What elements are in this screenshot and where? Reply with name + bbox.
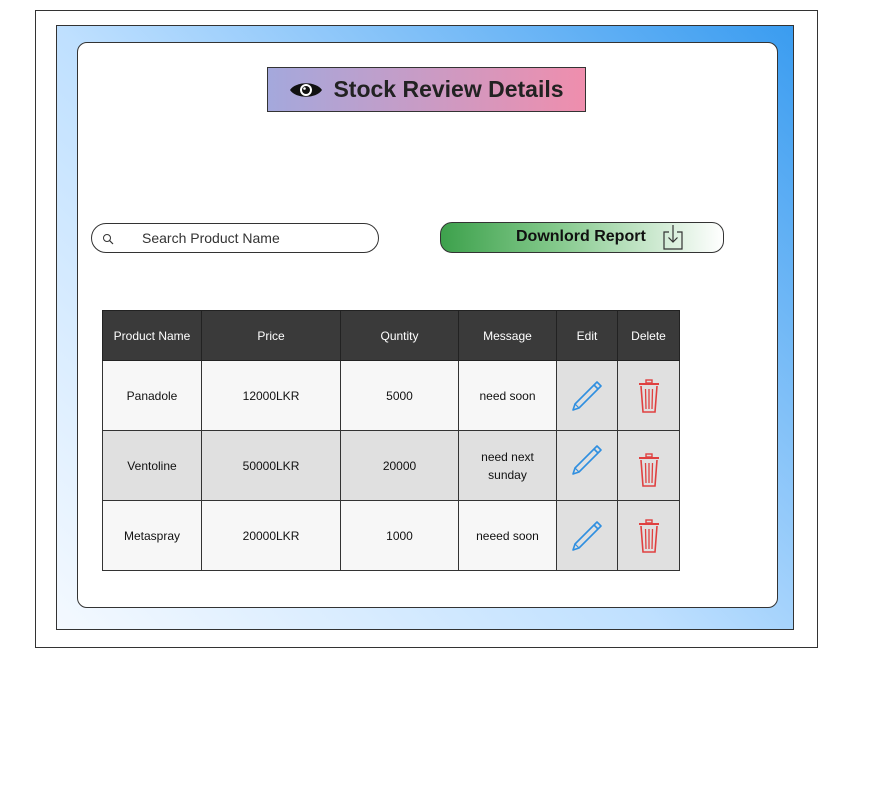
pencil-icon xyxy=(572,444,602,475)
header-message: Message xyxy=(458,310,557,361)
search-input[interactable] xyxy=(142,228,362,248)
cell-message: neeed soon xyxy=(458,500,557,571)
table-row: Ventoline 50000LKR 20000 need next sunda… xyxy=(102,430,680,501)
header-price: Price xyxy=(201,310,341,361)
cell-product: Panadole xyxy=(102,360,202,431)
delete-button[interactable] xyxy=(617,430,680,501)
header-delete: Delete xyxy=(617,310,680,361)
table-header-row: Product Name Price Quntity Message Edit … xyxy=(102,310,680,361)
cell-price: 12000LKR xyxy=(201,360,341,431)
cell-message: need soon xyxy=(458,360,557,431)
download-icon xyxy=(663,225,683,250)
trash-icon xyxy=(638,452,659,487)
cell-product: Metaspray xyxy=(102,500,202,571)
delete-button[interactable] xyxy=(617,360,680,431)
edit-button[interactable] xyxy=(556,430,618,501)
pencil-icon xyxy=(572,520,602,551)
edit-button[interactable] xyxy=(556,360,618,431)
header-edit: Edit xyxy=(556,310,618,361)
eye-icon xyxy=(290,82,323,97)
header-product-name: Product Name xyxy=(102,310,202,361)
table-row: Panadole 12000LKR 5000 need soon xyxy=(102,360,680,431)
message-text: need next sunday xyxy=(481,449,534,482)
pencil-icon xyxy=(572,380,602,411)
download-report-button[interactable]: Downlord Report xyxy=(440,222,724,253)
search-box[interactable] xyxy=(91,223,379,253)
page-title-banner: Stock Review Details xyxy=(267,67,586,112)
cell-message: need next sunday xyxy=(458,430,557,501)
download-report-label: Downlord Report xyxy=(516,228,646,245)
cell-price: 20000LKR xyxy=(201,500,341,571)
cell-quantity: 5000 xyxy=(340,360,459,431)
cell-quantity: 20000 xyxy=(340,430,459,501)
cell-price: 50000LKR xyxy=(201,430,341,501)
page-title: Stock Review Details xyxy=(333,76,564,102)
stock-table: Product Name Price Quntity Message Edit … xyxy=(102,310,680,571)
trash-icon xyxy=(638,518,659,553)
table-row: Metaspray 20000LKR 1000 neeed soon xyxy=(102,500,680,571)
edit-button[interactable] xyxy=(556,500,618,571)
cell-quantity: 1000 xyxy=(340,500,459,571)
message-text: need soon xyxy=(479,388,536,403)
header-quantity: Quntity xyxy=(340,310,459,361)
delete-button[interactable] xyxy=(617,500,680,571)
search-icon xyxy=(103,234,114,245)
message-text: neeed soon xyxy=(476,528,539,543)
cell-product: Ventoline xyxy=(102,430,202,501)
trash-icon xyxy=(638,378,659,413)
